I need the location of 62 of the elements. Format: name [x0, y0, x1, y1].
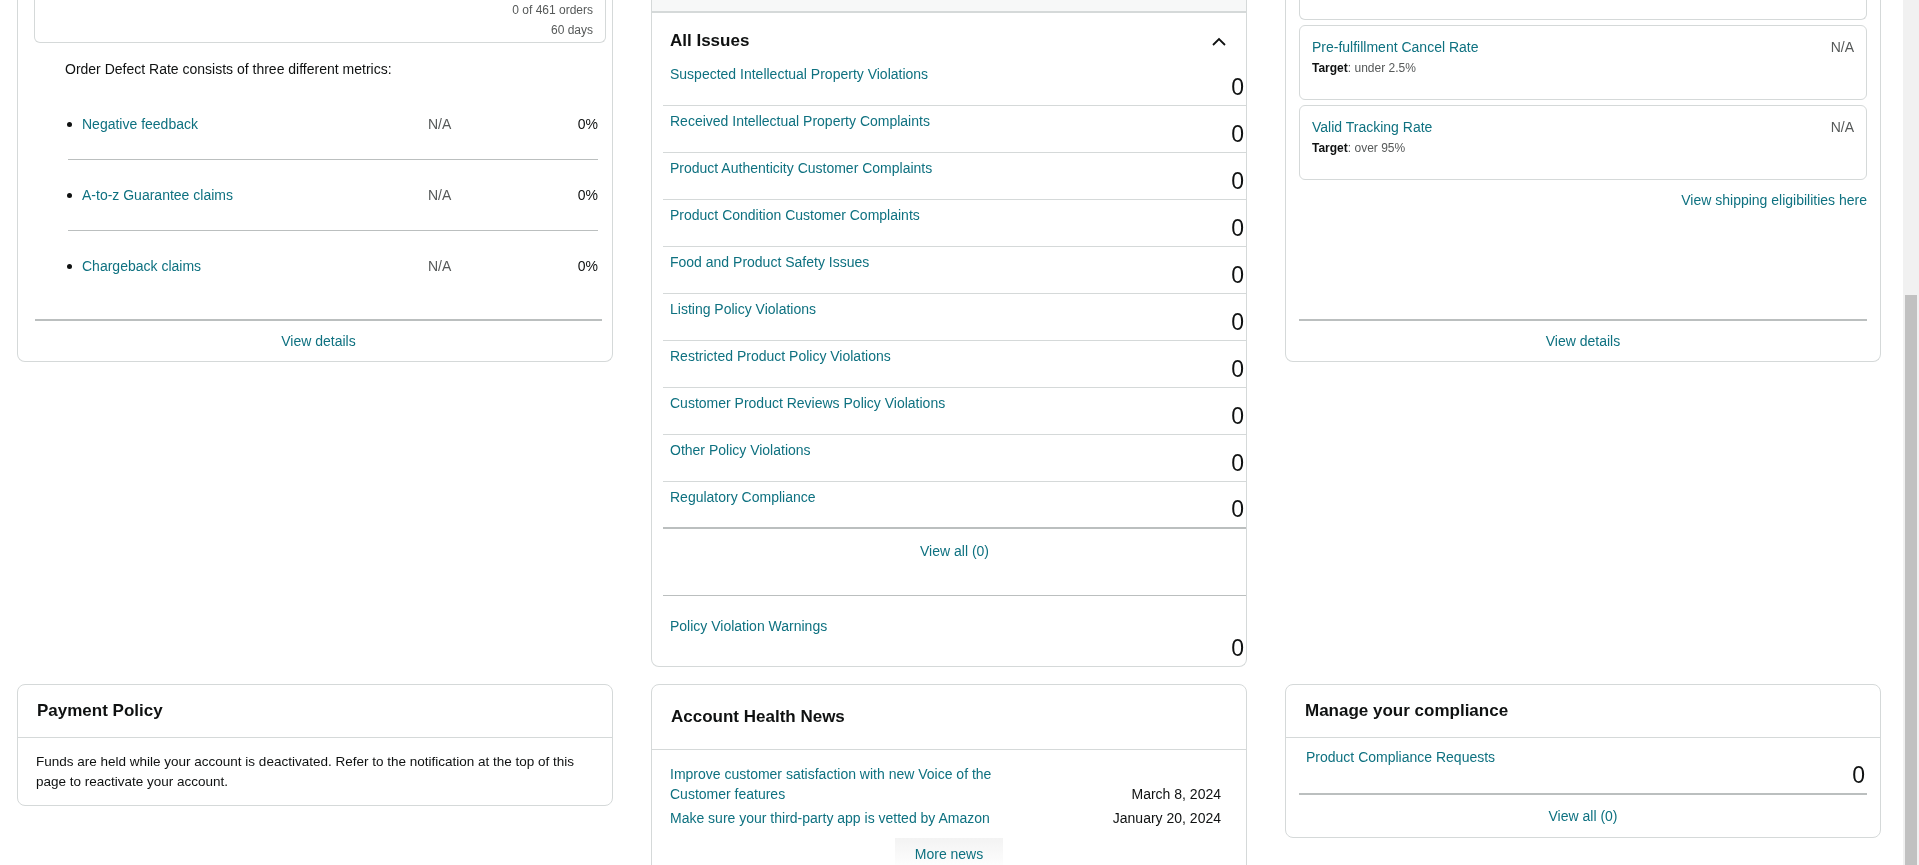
metric-value: N/A: [1830, 39, 1854, 55]
issue-count: 0: [1231, 74, 1245, 102]
orders-count: 0 of 461 orders: [512, 2, 593, 19]
card-title: Account Health News: [671, 707, 845, 727]
chevron-up-icon[interactable]: [1212, 36, 1226, 46]
issue-link[interactable]: Suspected Intellectual Property Violations: [663, 59, 929, 82]
news-link[interactable]: Improve customer satisfaction with new Voice of the Customer features: [670, 764, 1040, 804]
metric-link[interactable]: Chargeback claims: [82, 258, 428, 274]
issue-link[interactable]: Product Authenticity Customer Complaints: [663, 153, 933, 176]
issue-link[interactable]: Customer Product Reviews Policy Violations: [663, 388, 946, 411]
issue-count: 0: [1231, 309, 1245, 337]
view-details-link[interactable]: View details: [281, 333, 356, 349]
issue-count: 0: [1231, 450, 1245, 478]
issue-count: 0: [1231, 356, 1245, 384]
metric-value: 0%: [576, 258, 598, 274]
issue-count: 0: [1231, 403, 1245, 431]
target-text: Target: over 95%: [1312, 141, 1407, 155]
metric-status: N/A: [428, 258, 453, 274]
issue-link[interactable]: Food and Product Safety Issues: [663, 247, 870, 270]
issue-link[interactable]: Listing Policy Violations: [663, 294, 817, 317]
compliance-count: 0: [1852, 762, 1866, 790]
metric-value: N/A: [1830, 119, 1854, 135]
issue-link[interactable]: Regulatory Compliance: [663, 482, 816, 505]
view-all-link[interactable]: View all (0): [920, 543, 989, 595]
scrollbar-thumb[interactable]: [1905, 295, 1917, 865]
news-link[interactable]: Make sure your third-party app is vetted by Amazon: [670, 808, 1040, 828]
issue-count: 0: [1231, 168, 1245, 196]
view-all-link[interactable]: View all (0): [1548, 808, 1618, 824]
bullet-icon: [67, 263, 72, 269]
news-date: March 8, 2024: [1131, 785, 1221, 804]
scrollbar-track[interactable]: [1903, 0, 1919, 865]
issue-link[interactable]: Restricted Product Policy Violations: [663, 341, 891, 364]
description-text: Order Defect Rate consists of three different metrics:: [65, 61, 393, 77]
metric-link[interactable]: Valid Tracking Rate: [1312, 119, 1433, 135]
metric-value: 0%: [576, 187, 598, 203]
issue-count: 0: [1231, 121, 1245, 149]
issue-link[interactable]: Policy Violation Warnings: [663, 596, 828, 634]
time-period: 60 days: [550, 22, 593, 39]
compliance-link[interactable]: Product Compliance Requests: [1299, 738, 1496, 765]
issue-link[interactable]: Received Intellectual Property Complaints: [663, 106, 930, 129]
target-text: Target: under 2.5%: [1312, 61, 1417, 75]
metric-value: 0%: [576, 116, 598, 132]
bullet-icon: [67, 121, 72, 127]
news-date: January 20, 2024: [1112, 809, 1221, 828]
card-title: Payment Policy: [37, 701, 163, 721]
issue-link[interactable]: Other Policy Violations: [663, 435, 811, 458]
issue-link[interactable]: Product Condition Customer Complaints: [663, 200, 920, 223]
bullet-icon: [67, 192, 72, 198]
shipping-eligibility-link[interactable]: View shipping eligibilities here: [1681, 192, 1867, 208]
card-title: Manage your compliance: [1305, 701, 1509, 721]
metric-status: N/A: [428, 187, 453, 203]
issue-count: 0: [1231, 635, 1245, 663]
section-title: All Issues: [670, 31, 750, 51]
issue-count: 0: [1231, 262, 1245, 290]
metric-status: N/A: [428, 116, 453, 132]
metric-link[interactable]: Pre-fulfillment Cancel Rate: [1312, 39, 1479, 55]
issue-count: 0: [1231, 496, 1245, 524]
metric-link[interactable]: A-to-z Guarantee claims: [82, 187, 428, 203]
metric-link[interactable]: Negative feedback: [82, 116, 428, 132]
view-details-link[interactable]: View details: [1545, 333, 1621, 349]
policy-text: Funds are held while your account is deactivated. Refer to the notification at the top of this page to reactivate your account.: [35, 753, 576, 791]
issue-count: 0: [1231, 215, 1245, 243]
